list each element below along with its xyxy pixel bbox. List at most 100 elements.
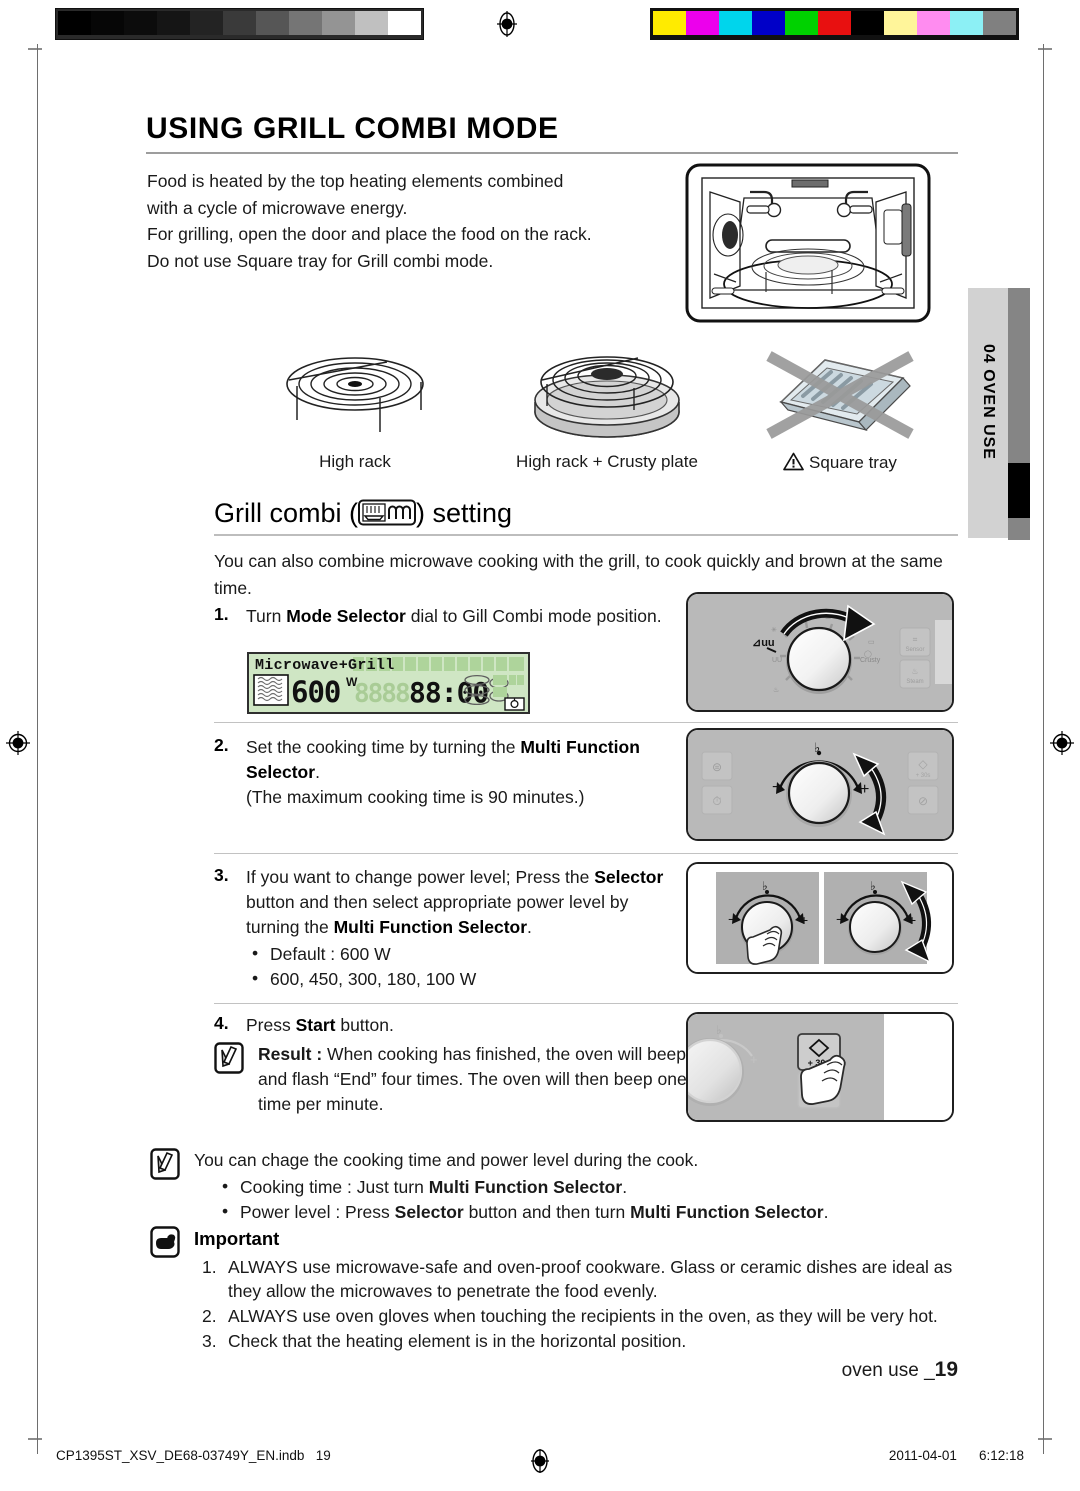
footer-timestamp: 2011-04-01 6:12:18 xyxy=(889,1448,1024,1463)
chapter-tab: 04 OVEN USE xyxy=(968,288,1008,538)
title-divider xyxy=(146,152,958,154)
svg-text:Sensor: Sensor xyxy=(905,647,924,653)
start-button-press-illustration: ♭ + + 30s xyxy=(686,1012,954,1122)
svg-text:▭: ▭ xyxy=(868,639,875,646)
accessory-caption: Square tray xyxy=(809,453,897,472)
step-text: Press Start button. xyxy=(246,1015,394,1035)
important-heading: Important xyxy=(194,1228,280,1249)
accessory-caption: High rack xyxy=(319,452,391,471)
item-number: 1. xyxy=(202,1257,217,1277)
svg-text:⊜: ⊜ xyxy=(712,760,722,774)
svg-text:−: − xyxy=(728,911,736,927)
svg-text:◇: ◇ xyxy=(918,757,928,771)
item-number: 3. xyxy=(202,1331,217,1351)
important-item: 3. Check that the heating element is in … xyxy=(202,1329,954,1353)
important-list: 1. ALWAYS use microwave-safe and oven-pr… xyxy=(202,1255,954,1354)
step-separator-1 xyxy=(214,722,958,723)
svg-text:600: 600 xyxy=(291,675,340,709)
svg-text:UU: UU xyxy=(772,657,782,664)
intro-line: For grilling, open the door and place th… xyxy=(147,224,592,244)
change-note-lead: You can chage the cooking time and power… xyxy=(194,1150,699,1170)
svg-text:8888: 8888 xyxy=(354,679,410,709)
step-separator-3 xyxy=(214,1003,958,1004)
accessory-high-rack: High rack xyxy=(255,340,455,472)
footer-time: 6:12:18 xyxy=(978,1448,1024,1463)
step-number: 3. xyxy=(214,865,229,885)
footer-page: 19 xyxy=(315,1448,331,1463)
pointing-hand-icon xyxy=(150,1226,180,1258)
chapter-tab-bar-gray-lower xyxy=(1008,518,1030,540)
svg-text:+: + xyxy=(800,912,808,928)
lcd-display: Microwave+Grill 600 W 8888 88:00 xyxy=(247,652,530,714)
mode-selector-dial-turn-illustration: ✳ ≋ ☰ ◯ ▭ UU ♨ ⊿uu Crusty ⌗ Sensor ♨ Ste… xyxy=(686,592,954,712)
svg-text:+ 30s: + 30s xyxy=(916,773,931,779)
chapter-tab-bar-black xyxy=(1008,463,1030,518)
item-number: 2. xyxy=(202,1306,217,1326)
step-text: Turn Mode Selector dial to Gill Combi mo… xyxy=(246,606,662,626)
note-pencil-icon xyxy=(214,1042,244,1074)
footer-date: 2011-04-01 xyxy=(888,1448,957,1463)
item-text: Check that the heating element is in the… xyxy=(228,1331,687,1351)
svg-text:+: + xyxy=(860,781,869,798)
square-tray-crossed-icon xyxy=(735,340,945,445)
svg-text:♨: ♨ xyxy=(773,686,779,694)
selector-press-and-turn-illustration: − + ♭ − + ♭ xyxy=(686,862,954,974)
step-number: 1. xyxy=(214,604,229,624)
svg-text:⏱: ⏱ xyxy=(712,794,721,808)
section-title-after: ) setting xyxy=(416,498,513,528)
folio: oven use _19 xyxy=(842,1358,958,1382)
svg-text:⊿uu: ⊿uu xyxy=(752,637,775,649)
step-number: 4. xyxy=(214,1013,229,1033)
section-title: Grill combi ( ) setting xyxy=(214,498,512,533)
change-note-bullets: Cooking time : Just turn Multi Function … xyxy=(216,1174,954,1225)
svg-text:Microwave+Grill: Microwave+Grill xyxy=(255,657,395,674)
step-text: Set the cooking time by turning the Mult… xyxy=(246,737,640,807)
item-text: ALWAYS use oven gloves when touching the… xyxy=(228,1306,938,1326)
svg-text:⊘: ⊘ xyxy=(918,794,928,808)
page-title: USING GRILL COMBI MODE xyxy=(146,112,559,145)
svg-text:+: + xyxy=(908,912,916,928)
svg-text:⌗: ⌗ xyxy=(913,635,918,644)
folio-page: 19 xyxy=(934,1358,958,1381)
svg-text:−: − xyxy=(772,779,781,796)
oven-interior-illustration xyxy=(684,162,932,324)
note-pencil-icon-2 xyxy=(150,1148,180,1180)
accessory-square-tray: Square tray xyxy=(735,340,945,476)
section-title-before: Grill combi ( xyxy=(214,498,359,528)
change-note-block: You can chage the cooking time and power… xyxy=(194,1148,954,1225)
chapter-tab-label: 04 OVEN USE xyxy=(980,344,997,460)
accessory-row: High rack High rack + Crusty plate Squar… xyxy=(150,340,914,485)
svg-text:Crusty: Crusty xyxy=(860,657,881,664)
bullet-item: Power level : Press Selector button and … xyxy=(216,1199,954,1225)
svg-text:✳: ✳ xyxy=(771,626,777,634)
registration-target-icon-bottom xyxy=(527,1448,553,1474)
warning-triangle-icon xyxy=(783,452,804,476)
result-note-text: Result : When cooking has finished, the … xyxy=(258,1044,687,1114)
high-rack-icon xyxy=(255,340,455,445)
svg-text:Steam: Steam xyxy=(906,679,923,685)
accessory-caption: High rack + Crusty plate xyxy=(516,452,698,471)
accessory-high-rack-crusty-plate: High rack + Crusty plate xyxy=(477,340,737,472)
footer-file-info: CP1395ST_XSV_DE68-03749Y_EN.indb 19 xyxy=(56,1448,331,1463)
svg-text:♨: ♨ xyxy=(911,667,918,676)
grill-combi-icon xyxy=(358,499,417,533)
bullet-item: 600, 450, 300, 180, 100 W xyxy=(246,966,686,992)
step-text-container: If you want to change power level; Press… xyxy=(246,865,686,992)
manual-page-content: USING GRILL COMBI MODE Food is heated by… xyxy=(0,0,1080,1491)
section-divider xyxy=(214,534,958,536)
high-rack-crusty-plate-icon xyxy=(477,340,737,445)
step-separator-2 xyxy=(214,853,958,854)
important-item: 2. ALWAYS use oven gloves when touching … xyxy=(202,1304,954,1328)
svg-text:+: + xyxy=(750,1052,758,1067)
footer-filename: CP1395ST_XSV_DE68-03749Y_EN.indb xyxy=(56,1448,305,1463)
svg-text:−: − xyxy=(836,911,844,927)
bullet-item: Default : 600 W xyxy=(246,941,686,967)
step-text: If you want to change power level; Press… xyxy=(246,867,664,937)
bullet-item: Cooking time : Just turn Multi Function … xyxy=(216,1174,954,1200)
accessory-caption-with-warning: Square tray xyxy=(735,452,945,476)
intro-line: Do not use Square tray for Grill combi m… xyxy=(147,250,494,271)
step-3-bullets: Default : 600 W 600, 450, 300, 180, 100 … xyxy=(246,941,686,992)
intro-line: Food is heated by the top heating elemen… xyxy=(147,171,564,191)
important-item: 1. ALWAYS use microwave-safe and oven-pr… xyxy=(202,1255,954,1303)
chapter-tab-bar-gray xyxy=(1008,288,1030,463)
